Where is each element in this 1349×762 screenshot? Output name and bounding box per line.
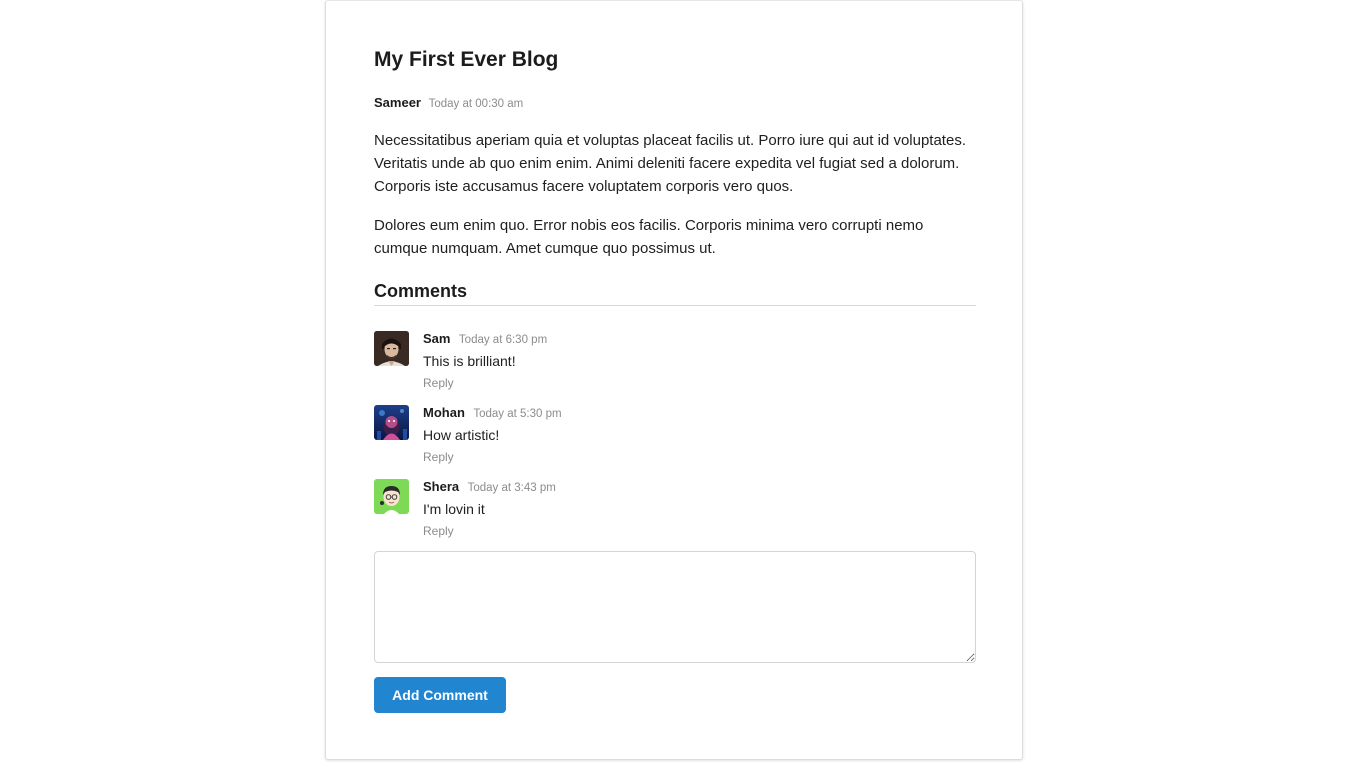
comment-text: I'm lovin it [423,501,485,517]
avatar-mohan-icon [374,405,409,440]
comment-item: Mohan Today at 5:30 pm How artistic! Rep… [374,404,976,478]
comment-item: Sam Today at 6:30 pm This is brilliant! … [374,330,976,404]
comment-content: Shera Today at 3:43 pm I'm lovin it Repl… [423,478,556,538]
blog-post-card: My First Ever Blog Sameer Today at 00:30… [325,0,1023,760]
avatar[interactable] [374,405,409,440]
comment-timestamp: Today at 5:30 pm [473,408,562,420]
post-author[interactable]: Sameer [374,95,421,110]
comments-list: Sam Today at 6:30 pm This is brilliant! … [374,330,976,552]
post-timestamp: Today at 00:30 am [428,98,524,110]
post-container: My First Ever Blog Sameer Today at 00:30… [374,47,976,552]
comment-author[interactable]: Sam [423,331,450,346]
comment-textarea[interactable] [374,551,976,663]
avatar[interactable] [374,331,409,366]
post-meta: Sameer Today at 00:30 am [374,95,976,112]
comment-content: Mohan Today at 5:30 pm How artistic! Rep… [423,404,562,464]
comment-text: This is brilliant! [423,353,516,369]
comments-header: Comments [374,279,976,306]
avatar-shera-icon [374,479,409,514]
comment-author[interactable]: Mohan [423,405,465,420]
add-comment-button[interactable]: Add Comment [374,677,506,713]
comment-timestamp: Today at 3:43 pm [467,482,556,494]
comment-item: Shera Today at 3:43 pm I'm lovin it Repl… [374,478,976,552]
post-paragraph: Dolores eum enim quo. Error nobis eos fa… [374,217,924,257]
comment-timestamp: Today at 6:30 pm [458,334,548,346]
reply-link[interactable]: Reply [423,524,556,538]
post-body: Necessitatibus aperiam quia et voluptas … [374,129,976,260]
post-title: My First Ever Blog [374,48,559,71]
comment-text: How artistic! [423,427,500,443]
post-paragraph: Necessitatibus aperiam quia et voluptas … [374,132,966,195]
reply-link[interactable]: Reply [423,450,562,464]
reply-link[interactable]: Reply [423,376,547,390]
avatar[interactable] [374,479,409,514]
comment-author[interactable]: Shera [423,479,459,494]
comment-content: Sam Today at 6:30 pm This is brilliant! … [423,330,547,390]
avatar-sam-icon [374,331,409,366]
